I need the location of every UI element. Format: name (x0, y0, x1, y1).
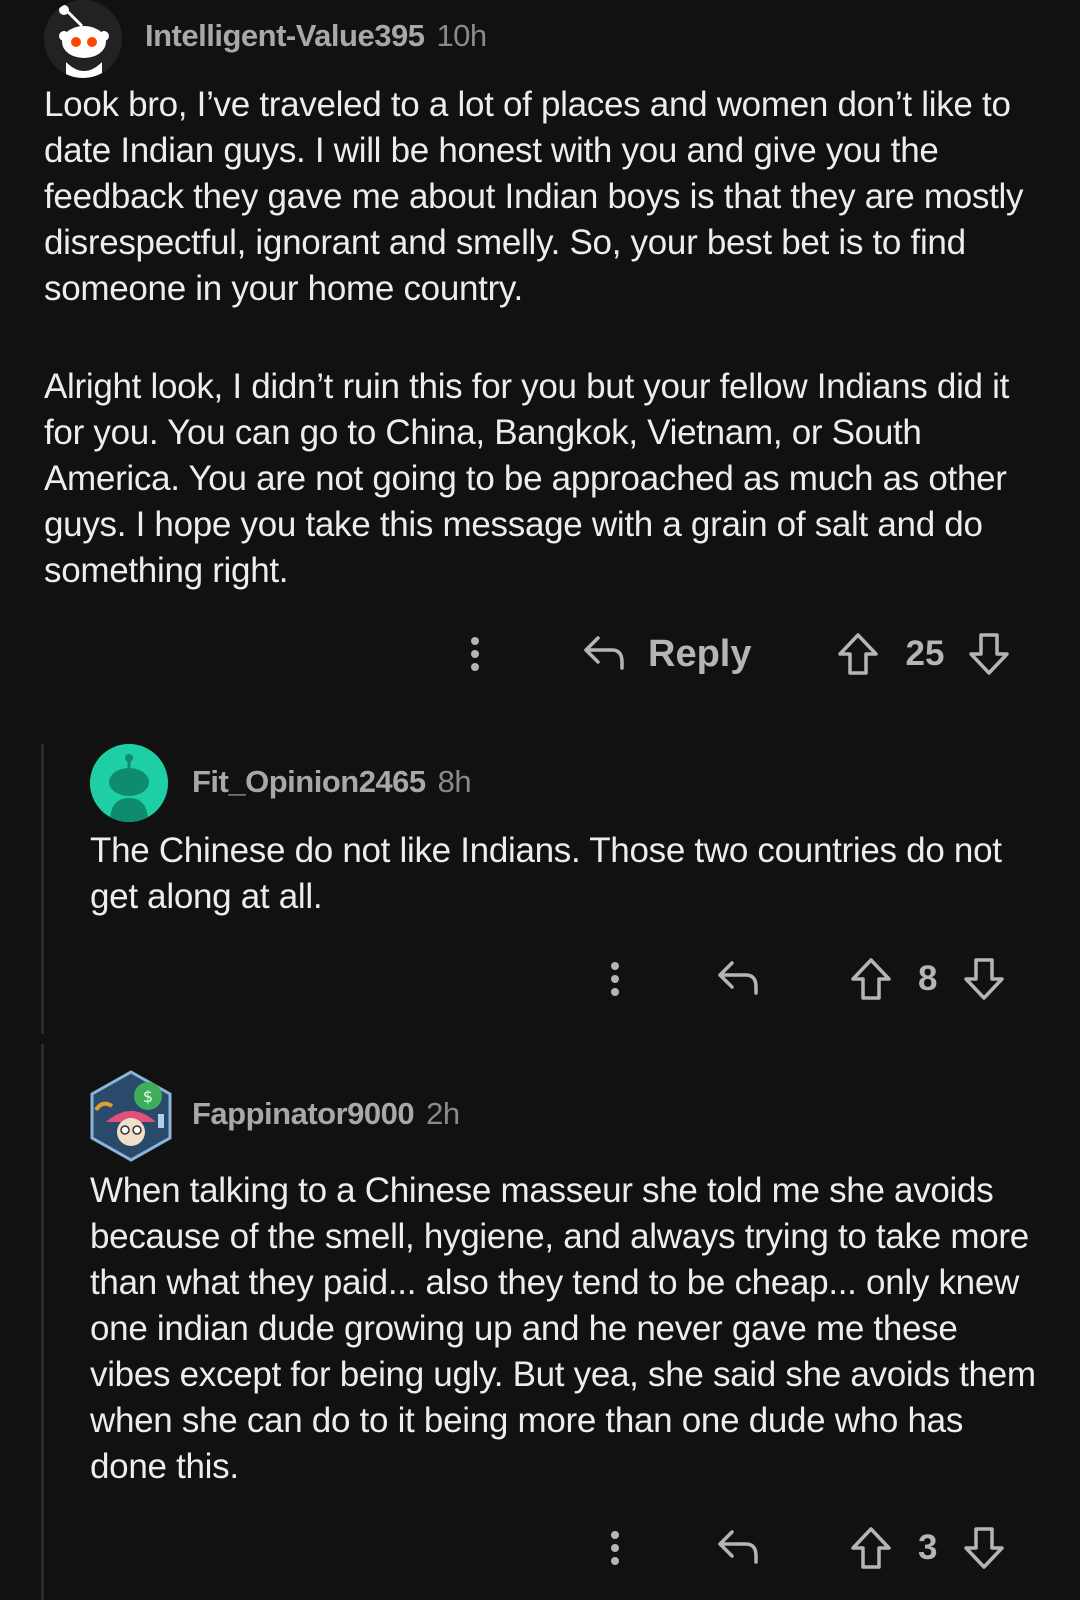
comment-meta: Intelligent-Value395 10h (145, 18, 487, 54)
upvote-icon[interactable] (850, 1526, 892, 1570)
downvote-icon[interactable] (963, 957, 1005, 1001)
comment-body: When talking to a Chinese masseur she to… (90, 1168, 1040, 1490)
username[interactable]: Intelligent-Value395 (145, 18, 425, 54)
comment-actions: Reply 25 (460, 624, 1040, 684)
timestamp: 8h (437, 764, 472, 799)
comment-paragraph: When talking to a Chinese masseur she to… (90, 1171, 1036, 1486)
timestamp: 10h (436, 18, 487, 53)
snoo-teal-avatar-icon[interactable] (90, 744, 168, 822)
comment-body: Look bro, I’ve traveled to a lot of plac… (44, 82, 1034, 594)
upvote-icon[interactable] (850, 957, 892, 1001)
vote-score: 8 (918, 959, 938, 998)
custom-avatar-icon[interactable]: $ (88, 1070, 174, 1162)
reply-arrow-icon[interactable] (716, 959, 760, 999)
thread-line[interactable] (41, 744, 44, 1034)
reply-label: Reply (648, 632, 752, 675)
svg-text:$: $ (143, 1087, 153, 1106)
snoo-avatar-icon[interactable] (44, 0, 122, 78)
downvote-icon[interactable] (968, 632, 1010, 676)
more-options-icon[interactable] (600, 949, 630, 1009)
thread-line[interactable] (41, 1044, 44, 1600)
comment-paragraph: Look bro, I’ve traveled to a lot of plac… (44, 85, 1024, 308)
username[interactable]: Fit_Opinion2465 (192, 764, 426, 800)
more-options-icon[interactable] (600, 1518, 630, 1578)
reply-arrow-icon (584, 636, 624, 670)
reply-arrow-icon[interactable] (716, 1528, 760, 1568)
username[interactable]: Fappinator9000 (192, 1096, 415, 1132)
comment-actions: 8 (600, 949, 1040, 1009)
downvote-icon[interactable] (963, 1526, 1005, 1570)
comment-actions: 3 (600, 1518, 1040, 1578)
vote-score: 25 (905, 634, 945, 673)
more-options-icon[interactable] (460, 624, 490, 684)
comment-meta: Fappinator9000 2h (192, 1096, 460, 1132)
comment-body: The Chinese do not like Indians. Those t… (90, 828, 1030, 920)
comment-meta: Fit_Opinion2465 8h (192, 764, 472, 800)
comment-paragraph: Alright look, I didn’t ruin this for you… (44, 367, 1010, 590)
timestamp: 2h (426, 1096, 460, 1131)
comment-paragraph: The Chinese do not like Indians. Those t… (90, 831, 1002, 916)
vote-score: 3 (918, 1528, 938, 1567)
upvote-icon[interactable] (837, 632, 879, 676)
reply-button[interactable]: Reply (582, 633, 751, 676)
